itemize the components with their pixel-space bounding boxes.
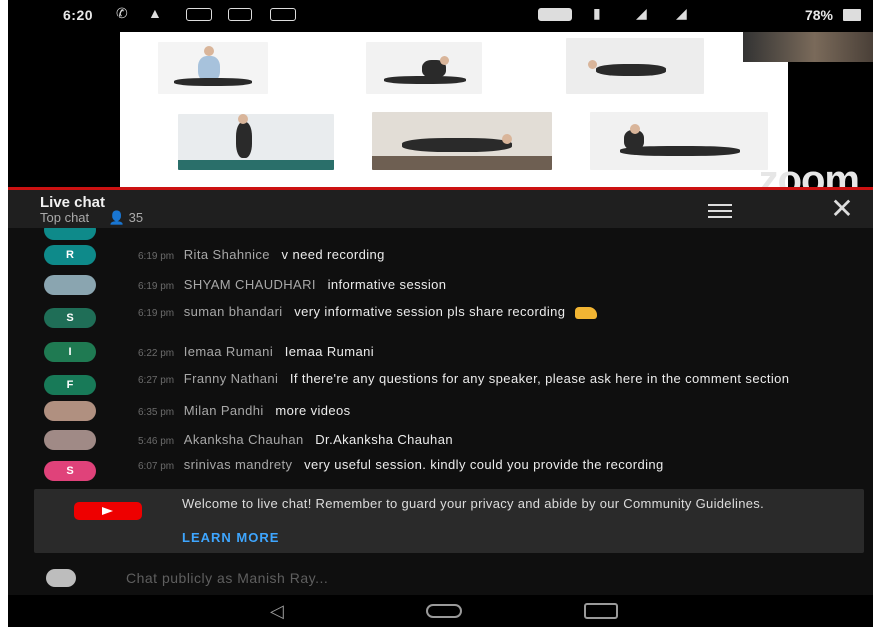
- learn-more-link[interactable]: LEARN MORE: [182, 530, 279, 545]
- chat-mode-selector[interactable]: Top chat 👤 35: [40, 210, 143, 226]
- viewer-count-value: 35: [128, 210, 144, 225]
- avatar: R: [44, 245, 96, 265]
- message-text: If there're any questions for any speake…: [289, 371, 790, 386]
- message-author: Milan Pandhi: [183, 403, 264, 418]
- yoga-pose-image: [178, 114, 334, 170]
- avatar: F: [44, 375, 96, 395]
- message-text: very informative session pls share recor…: [294, 304, 566, 319]
- yoga-pose-image: [366, 42, 482, 94]
- phone-screen: 6:20 ✆ ▲ ▮ ◢ ◢ 78% zoom Live chat Top ch…: [8, 0, 873, 627]
- email-icon: [270, 8, 296, 21]
- whatsapp-icon: ✆: [116, 5, 128, 21]
- viewers-icon: 👤: [108, 210, 125, 225]
- chat-message-list[interactable]: R 6:19 pm Rita Shahnice v need recording…: [8, 228, 873, 486]
- message-time: 6:19 pm: [138, 281, 175, 292]
- message-time: 5:46 pm: [138, 436, 175, 447]
- chat-input-row: [8, 562, 873, 594]
- chat-message-body: 6:19 pm Rita Shahnice v need recording: [138, 248, 835, 264]
- message-author: Iemaa Rumani: [183, 344, 274, 359]
- close-icon[interactable]: ✕: [828, 195, 856, 223]
- welcome-notice: Welcome to live chat! Remember to guard …: [34, 489, 864, 553]
- message-text: Dr.Akanksha Chauhan: [315, 432, 453, 447]
- message-text: more videos: [275, 403, 351, 418]
- avatar: S: [44, 308, 96, 328]
- yoga-pose-image: [590, 112, 768, 170]
- message-time: 6:22 pm: [138, 348, 175, 359]
- signal-icon: ◢: [676, 5, 687, 21]
- volte-icon: [538, 8, 572, 21]
- viewer-count: 👤 35: [109, 210, 143, 225]
- message-time: 6:07 pm: [138, 461, 175, 472]
- message-author: suman bhandari: [183, 304, 283, 319]
- battery-percent: 78%: [804, 7, 833, 23]
- message-text: informative session: [327, 277, 447, 292]
- message-author: SHYAM CHAUDHARI: [183, 277, 316, 292]
- chat-message-body: 6:35 pm Milan Pandhi more videos: [138, 404, 835, 420]
- message-text: Iemaa Rumani: [284, 344, 375, 359]
- user-avatar[interactable]: [46, 569, 76, 587]
- chat-message-body: 6:22 pm Iemaa Rumani Iemaa Rumani: [138, 345, 835, 361]
- message-time: 6:19 pm: [138, 308, 175, 319]
- thumbs-up-emoji-icon: [575, 306, 598, 319]
- status-bar: 6:20 ✆ ▲ ▮ ◢ ◢ 78%: [8, 0, 873, 30]
- chat-message-body: 5:46 pm Akanksha Chauhan Dr.Akanksha Cha…: [138, 433, 835, 449]
- avatar: [44, 275, 96, 295]
- yoga-pose-image: [372, 112, 552, 170]
- chat-message-body: 6:07 pm srinivas mandrety very useful se…: [138, 458, 835, 474]
- chat-header: Live chat Top chat 👤 35 ✕: [8, 190, 873, 228]
- recent-apps-icon[interactable]: [584, 603, 618, 619]
- yoga-pose-image: [566, 38, 704, 94]
- avatar: [44, 430, 96, 450]
- video-player[interactable]: zoom: [8, 30, 873, 202]
- chat-message-body: 6:19 pm suman bhandari very informative …: [138, 305, 835, 321]
- android-nav-bar: ◁: [8, 595, 873, 627]
- 4g-signal-icon: ◢: [636, 5, 647, 21]
- self-video-thumbnail: [743, 32, 873, 62]
- message-icon: [228, 8, 252, 21]
- home-icon[interactable]: [426, 604, 462, 618]
- avatar: S: [44, 461, 96, 481]
- notification-icon: ▲: [148, 5, 162, 21]
- battery-icon: [843, 9, 861, 21]
- chat-message-body: 6:27 pm Franny Nathani If there're any q…: [138, 372, 835, 388]
- message-time: 6:27 pm: [138, 375, 175, 386]
- back-icon[interactable]: ◁: [270, 601, 284, 622]
- yoga-pose-image: [158, 42, 268, 94]
- message-time: 6:35 pm: [138, 407, 175, 418]
- avatar: [44, 228, 96, 240]
- message-text: very useful session. kindly could you pr…: [304, 457, 664, 472]
- avatar: [44, 401, 96, 421]
- message-author: Franny Nathani: [183, 371, 279, 386]
- chat-title: Live chat: [40, 194, 106, 211]
- presentation-slide: [120, 32, 788, 192]
- avatar: I: [44, 342, 96, 362]
- message-time: 6:19 pm: [138, 251, 175, 262]
- status-time: 6:20: [63, 7, 94, 23]
- vibrate-icon: ▮: [593, 5, 601, 21]
- message-text: v need recording: [281, 247, 385, 262]
- message-author: Akanksha Chauhan: [183, 432, 304, 447]
- me-icon: [186, 8, 212, 21]
- chat-mode-label: Top chat: [40, 210, 90, 225]
- filter-icon[interactable]: [708, 202, 732, 218]
- chat-message-body: 6:19 pm SHYAM CHAUDHARI informative sess…: [138, 278, 835, 294]
- message-author: Rita Shahnice: [183, 247, 270, 262]
- welcome-notice-text: Welcome to live chat! Remember to guard …: [182, 496, 764, 511]
- message-author: srinivas mandrety: [183, 457, 293, 472]
- youtube-logo-icon: [74, 502, 142, 520]
- chat-input[interactable]: [126, 569, 726, 587]
